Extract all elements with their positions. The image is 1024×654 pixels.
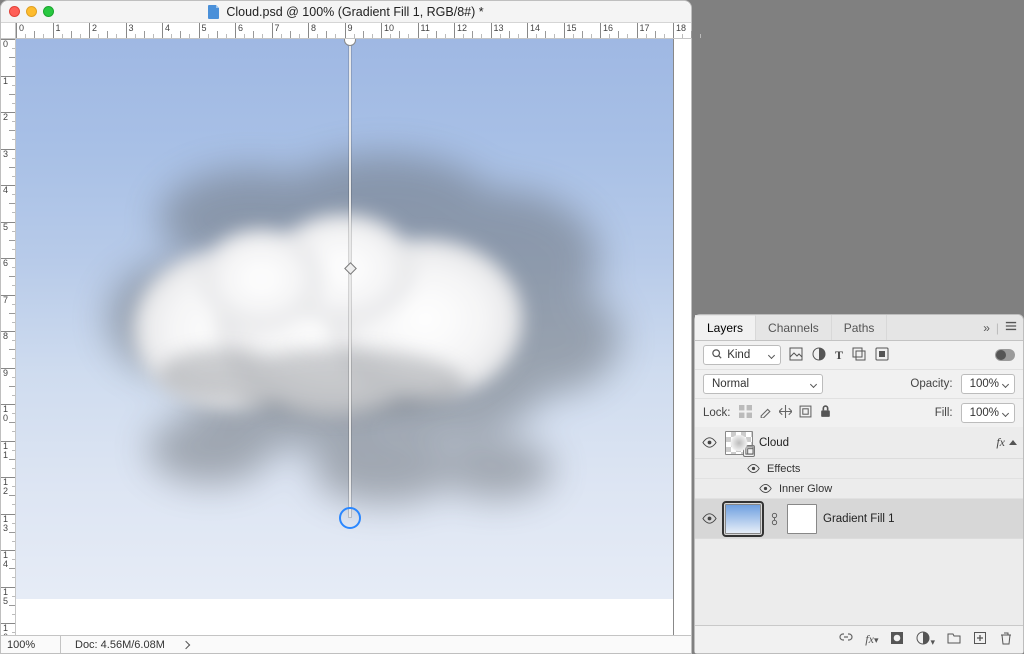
fill-input[interactable]: 100% bbox=[961, 403, 1015, 423]
effects-label: Effects bbox=[767, 463, 800, 475]
file-icon bbox=[208, 5, 220, 19]
lock-paint-icon[interactable] bbox=[759, 405, 772, 421]
layers-list: Cloud fx Effects Inner Glow bbox=[695, 427, 1023, 625]
document-window: Cloud.psd @ 100% (Gradient Fill 1, RGB/8… bbox=[0, 0, 692, 654]
layer-effects-heading[interactable]: Effects bbox=[695, 459, 1023, 479]
layer-style-icon[interactable]: fx▾ bbox=[865, 632, 878, 647]
layer-filter-row: Kind T bbox=[695, 341, 1023, 370]
blend-row: Normal Opacity: 100% bbox=[695, 370, 1023, 399]
vertical-ruler[interactable]: 012345678910111213141516 bbox=[1, 39, 16, 635]
panel-menu-icon[interactable] bbox=[1005, 320, 1017, 335]
layer-mask-thumbnail[interactable] bbox=[787, 504, 817, 534]
ruler-corner bbox=[1, 23, 16, 39]
filter-kind-label: Kind bbox=[727, 349, 750, 361]
layer-row-cloud[interactable]: Cloud fx bbox=[695, 427, 1023, 459]
close-window-button[interactable] bbox=[9, 6, 20, 17]
opacity-label: Opacity: bbox=[910, 378, 952, 390]
layer-name[interactable]: Cloud bbox=[759, 437, 789, 449]
horizontal-ruler[interactable]: 0123456789101112131415161718 bbox=[16, 23, 691, 39]
opacity-value: 100% bbox=[970, 378, 999, 390]
filter-type-icons: T bbox=[789, 347, 889, 364]
minimize-window-button[interactable] bbox=[26, 6, 37, 17]
new-layer-icon[interactable] bbox=[973, 631, 987, 648]
lock-label: Lock: bbox=[703, 407, 731, 419]
fill-label: Fill: bbox=[935, 407, 953, 419]
visibility-toggle[interactable] bbox=[757, 482, 773, 495]
inner-glow-label: Inner Glow bbox=[779, 483, 832, 495]
layer-name[interactable]: Gradient Fill 1 bbox=[823, 513, 895, 525]
gradient-end-handle[interactable] bbox=[339, 507, 361, 529]
tab-channels[interactable]: Channels bbox=[756, 315, 832, 340]
filter-shape-icon[interactable] bbox=[852, 347, 866, 364]
filter-adjust-icon[interactable] bbox=[812, 347, 826, 364]
visibility-toggle[interactable] bbox=[699, 511, 719, 526]
filter-type-icon[interactable]: T bbox=[835, 348, 843, 363]
chevron-down-icon bbox=[768, 351, 775, 358]
layers-panel-footer: fx▾ ▾ bbox=[695, 625, 1023, 653]
titlebar[interactable]: Cloud.psd @ 100% (Gradient Fill 1, RGB/8… bbox=[1, 1, 691, 23]
lock-pixels-icon[interactable] bbox=[739, 405, 752, 421]
visibility-toggle[interactable] bbox=[745, 462, 761, 475]
lock-position-icon[interactable] bbox=[779, 405, 792, 421]
add-mask-icon[interactable] bbox=[890, 631, 904, 648]
gradient-start-handle[interactable] bbox=[344, 39, 356, 46]
blend-mode-select[interactable]: Normal bbox=[703, 374, 823, 394]
layer-row-gradient-fill[interactable]: Gradient Fill 1 bbox=[695, 499, 1023, 539]
link-layers-icon[interactable] bbox=[839, 631, 853, 648]
smart-object-badge-icon bbox=[743, 445, 755, 457]
pasteboard bbox=[16, 599, 691, 635]
zoom-field[interactable]: 100% bbox=[1, 636, 61, 653]
pasteboard-right bbox=[673, 39, 691, 635]
delete-layer-icon[interactable] bbox=[999, 631, 1013, 648]
gradient-tool-line[interactable] bbox=[349, 39, 351, 517]
panel-tabs: Layers Channels Paths » | bbox=[695, 315, 1023, 341]
chevron-down-icon bbox=[810, 380, 817, 387]
lock-artboard-icon[interactable] bbox=[799, 405, 812, 421]
gradient-midpoint-handle[interactable] bbox=[344, 262, 357, 275]
tab-paths[interactable]: Paths bbox=[832, 315, 888, 340]
chevron-down-icon bbox=[1002, 409, 1009, 416]
status-menu-chevron-icon[interactable] bbox=[182, 640, 190, 648]
tab-layers[interactable]: Layers bbox=[695, 315, 756, 340]
blend-mode-value: Normal bbox=[712, 378, 749, 390]
layer-effect-inner-glow[interactable]: Inner Glow bbox=[695, 479, 1023, 499]
filter-smart-icon[interactable] bbox=[875, 347, 889, 364]
layer-fx-toggle[interactable]: fx bbox=[996, 435, 1017, 450]
fx-label: fx bbox=[996, 435, 1005, 450]
layers-panel: Layers Channels Paths » | Kind T bbox=[694, 314, 1024, 654]
filter-pixel-icon[interactable] bbox=[789, 347, 803, 364]
panel-divider: | bbox=[996, 321, 999, 335]
new-group-icon[interactable] bbox=[947, 631, 961, 648]
canvas[interactable] bbox=[16, 39, 691, 599]
filter-kind-select[interactable]: Kind bbox=[703, 345, 781, 365]
maximize-window-button[interactable] bbox=[43, 6, 54, 17]
doc-size-info[interactable]: Doc: 4.56M/6.08M bbox=[75, 639, 165, 651]
canvas-area[interactable] bbox=[16, 39, 691, 635]
filter-toggle[interactable] bbox=[995, 349, 1015, 361]
window-controls bbox=[9, 6, 54, 17]
status-bar: 100% Doc: 4.56M/6.08M bbox=[1, 635, 691, 653]
lock-row: Lock: Fill: 100% bbox=[695, 399, 1023, 427]
document-title: Cloud.psd @ 100% (Gradient Fill 1, RGB/8… bbox=[226, 5, 483, 19]
expand-panels-icon[interactable]: » bbox=[983, 321, 990, 335]
lock-all-icon[interactable] bbox=[819, 405, 832, 421]
layer-thumbnail[interactable] bbox=[725, 431, 753, 455]
mask-link-icon[interactable] bbox=[767, 512, 781, 526]
chevron-down-icon bbox=[1002, 380, 1009, 387]
fill-value: 100% bbox=[970, 407, 999, 419]
visibility-toggle[interactable] bbox=[699, 435, 719, 450]
new-adjustment-icon[interactable]: ▾ bbox=[916, 631, 935, 648]
layer-thumbnail[interactable] bbox=[725, 504, 761, 534]
collapse-fx-icon bbox=[1009, 440, 1017, 445]
opacity-input[interactable]: 100% bbox=[961, 374, 1015, 394]
